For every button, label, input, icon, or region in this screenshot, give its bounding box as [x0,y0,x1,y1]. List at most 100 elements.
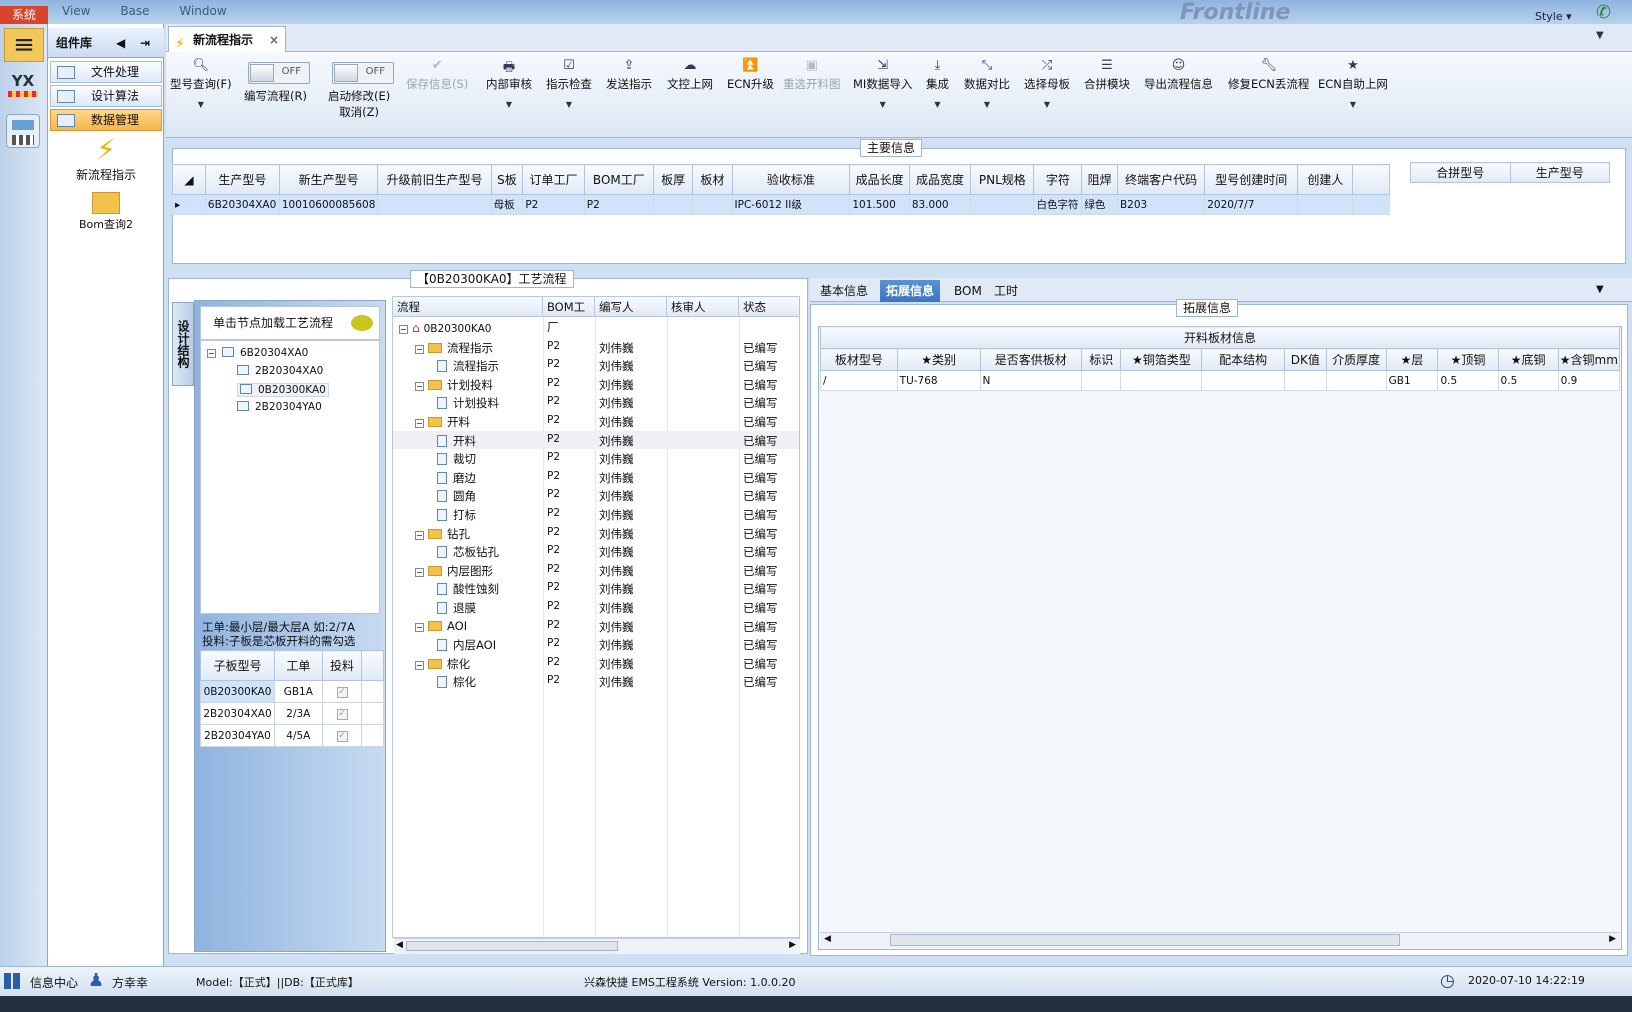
column-header[interactable]: 字符 [1033,164,1083,195]
column-header[interactable]: 投料 [321,650,363,681]
flow-node[interactable]: 圆角 [437,488,476,504]
column-header[interactable]: ★底铜 [1497,348,1559,371]
table-cell[interactable] [692,194,733,215]
column-header[interactable]: 升级前旧生产型号 [377,164,492,195]
column-header[interactable]: 标识 [1081,348,1122,371]
flow-node[interactable]: 流程指示 [437,358,499,374]
bom-factory-cell[interactable]: P2 [547,358,560,370]
column-header[interactable]: ★类别 [896,348,981,371]
column-header[interactable]: ★顶铜 [1437,348,1499,371]
table-cell[interactable]: 0.9 [1557,370,1621,391]
send-instruction-button[interactable]: ⇪ 发送指示 [606,58,652,92]
column-header[interactable]: 终端客户代码 [1116,164,1206,195]
collapse-icon[interactable]: − [415,660,424,670]
table-cell[interactable] [377,194,492,215]
table-cell[interactable] [1325,370,1387,391]
column-header[interactable]: BOM工厂 [543,297,595,334]
bom-factory-cell[interactable]: P2 [547,414,560,426]
column-header[interactable]: 成品长度 [849,164,910,195]
column-header[interactable]: BOM工厂 [583,164,654,195]
table-cell[interactable]: 母板 [490,194,524,215]
table-cell[interactable]: 0.5 [1437,370,1499,391]
table-cell[interactable]: IPC-6012 II级 [731,194,851,215]
collapse-icon[interactable]: − [415,344,424,354]
flow-row[interactable]: 圆角 P2 刘伟巍 已编写 [393,486,799,505]
scroll-right-icon[interactable]: ▶ [789,940,796,950]
phone-icon[interactable]: ✆ [1596,2,1611,23]
scroll-right-icon[interactable]: ▶ [1609,934,1616,944]
table-cell[interactable]: GB1A [273,680,323,703]
flow-node[interactable]: 酸性蚀刻 [437,581,499,597]
collapse-icon[interactable]: − [415,530,424,540]
chevron-down-icon[interactable]: ▼ [1596,30,1604,41]
info-center-button[interactable]: 信息中心 [30,974,78,991]
flow-row[interactable]: 退膜 P2 刘伟巍 已编写 [393,598,799,617]
chevron-down-icon[interactable]: ▼ [853,100,912,109]
column-header[interactable]: PNL规格 [970,164,1035,195]
writer-cell[interactable]: 刘伟巍 [599,619,634,635]
bom-factory-cell[interactable]: P2 [547,395,560,407]
close-icon[interactable]: × [269,27,279,53]
status-cell[interactable]: 已编写 [743,637,778,653]
status-cell[interactable]: 已编写 [743,340,778,356]
bom-factory-cell[interactable]: P2 [547,600,560,612]
chevron-down-icon[interactable]: ▼ [1596,284,1604,295]
bom-factory-cell[interactable]: P2 [547,340,560,352]
export-flow-info-button[interactable]: ☺ 导出流程信息 [1144,58,1213,92]
column-header[interactable]: 成品宽度 [908,164,972,195]
scroll-left-icon[interactable]: ◀ [824,934,831,944]
flow-node[interactable]: 棕化 [437,674,476,690]
writer-cell[interactable]: 刘伟巍 [599,340,634,356]
writer-cell[interactable]: 刘伟巍 [599,470,634,486]
new-flow-shortcut[interactable]: ⚡ 新流程指示 [56,134,156,183]
column-header[interactable]: 状态 [739,297,799,317]
bom-factory-cell[interactable]: P2 [547,433,560,445]
tree-node[interactable]: 2B20304YA0 [237,401,322,413]
flow-node[interactable]: − 开料 [415,414,470,430]
flow-row[interactable]: 酸性蚀刻 P2 刘伟巍 已编写 [393,579,799,598]
tree-node[interactable]: − 6B20304XA0 [207,347,308,359]
status-cell[interactable]: 已编写 [743,544,778,560]
column-header[interactable]: 订单工厂 [522,164,585,195]
tab-extended-info[interactable]: 拓展信息 [880,280,941,302]
flow-node[interactable]: − 计划投料 [415,377,493,393]
menu-window[interactable]: Window [179,4,226,18]
flow-node[interactable]: 打标 [437,507,476,523]
table-cell[interactable] [1284,370,1327,391]
table-cell[interactable] [652,194,694,215]
column-header[interactable]: 新生产型号 [278,164,379,195]
collapse-left-icon[interactable]: ◀ [116,28,125,58]
tree-node[interactable]: 2B20304XA0 [237,365,323,377]
flow-node[interactable]: 裁切 [437,451,476,467]
status-cell[interactable]: 已编写 [743,470,778,486]
flow-row[interactable]: 打标 P2 刘伟巍 已编写 [393,505,799,524]
status-cell[interactable]: 已编写 [743,488,778,504]
collapse-icon[interactable]: − [399,325,408,334]
column-header[interactable]: 板材型号 [820,348,898,371]
feed-checkbox[interactable]: ✓ [321,680,363,703]
tab-work-hours[interactable]: 工时 [988,280,1024,302]
flow-row[interactable]: − 棕化 P2 刘伟巍 已编写 [393,654,799,673]
flow-node[interactable]: 计划投料 [437,395,499,411]
table-row[interactable]: / TU-768 N GB1 0.5 0.5 0.9 [820,370,1621,391]
column-header[interactable]: 创建人 [1297,164,1354,195]
column-header[interactable]: ★层 [1385,348,1439,371]
writer-cell[interactable]: 刘伟巍 [599,674,634,690]
tree-node-selected[interactable]: 0B20300KA0 [237,383,329,397]
column-header[interactable]: 生产型号 [204,164,280,195]
column-header[interactable]: 板材 [692,164,733,195]
status-cell[interactable]: 已编写 [743,377,778,393]
reselect-cutting-map-button[interactable]: ▣ 重选开料图 [783,58,841,92]
table-cell[interactable]: 4/5A [273,724,323,747]
status-cell[interactable]: 已编写 [743,395,778,411]
table-cell[interactable]: B203 [1116,194,1206,215]
flow-row[interactable]: 裁切 P2 刘伟巍 已编写 [393,449,799,468]
writer-cell[interactable]: 刘伟巍 [599,507,634,523]
writer-cell[interactable]: 刘伟巍 [599,656,634,672]
chevron-down-icon[interactable]: ▼ [546,100,592,109]
column-header[interactable]: 配本结构 [1201,348,1286,371]
flow-root-node[interactable]: − ⌂ 0B20300KA0 [399,321,491,335]
status-cell[interactable]: 已编写 [743,619,778,635]
ecn-self-online-button[interactable]: ★ ECN自助上网 ▼ [1318,58,1388,109]
save-info-button[interactable]: ✔ 保存信息(S) [406,58,468,92]
